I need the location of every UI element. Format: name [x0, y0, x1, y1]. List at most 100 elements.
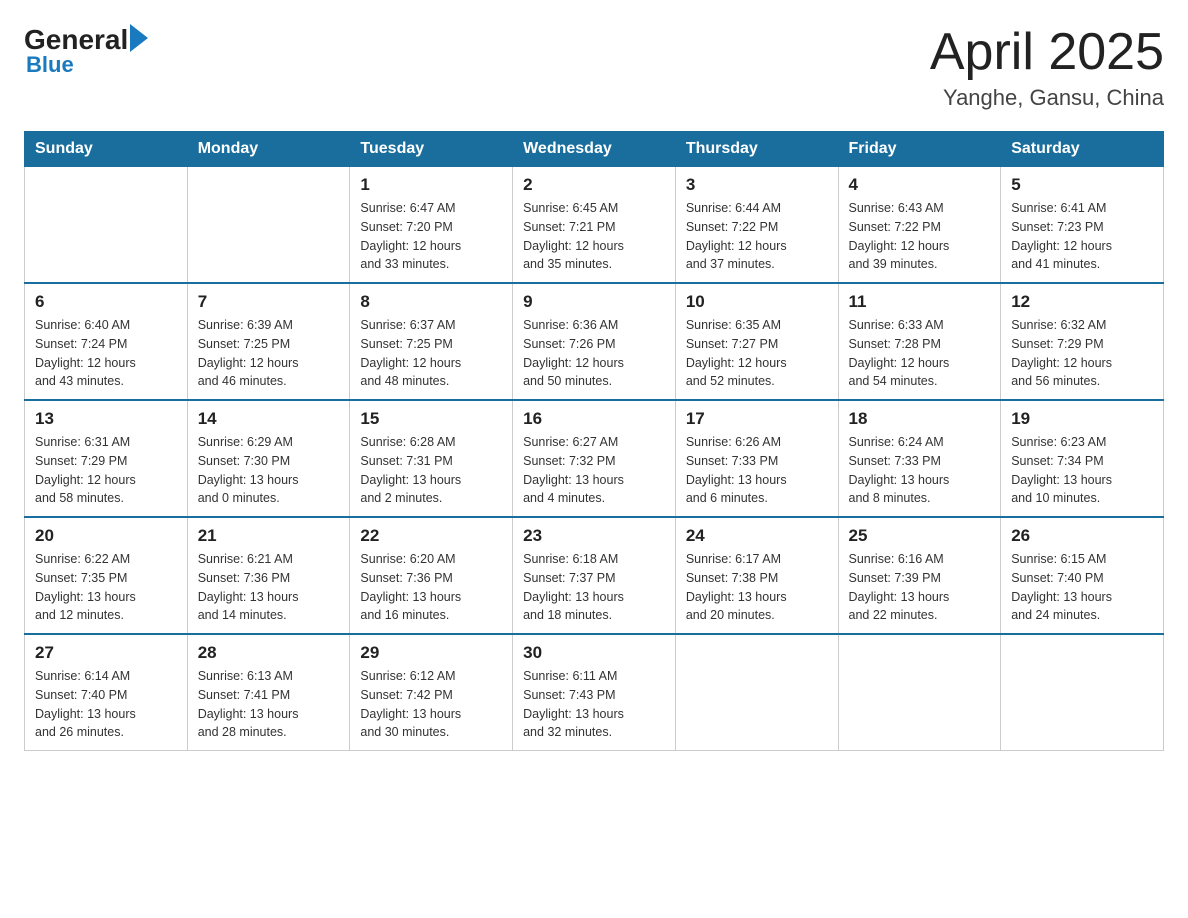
calendar-cell: 24 Sunrise: 6:17 AM Sunset: 7:38 PM Dayli…: [675, 517, 838, 634]
day-number: 17: [686, 409, 828, 429]
calendar-table: SundayMondayTuesdayWednesdayThursdayFrid…: [24, 131, 1164, 751]
weekday-header-row: SundayMondayTuesdayWednesdayThursdayFrid…: [25, 132, 1164, 167]
day-info: Sunrise: 6:17 AM Sunset: 7:38 PM Dayligh…: [686, 550, 828, 625]
calendar-cell: [25, 167, 188, 284]
weekday-header-tuesday: Tuesday: [350, 132, 513, 167]
day-number: 14: [198, 409, 340, 429]
day-number: 6: [35, 292, 177, 312]
day-number: 10: [686, 292, 828, 312]
calendar-cell: 16 Sunrise: 6:27 AM Sunset: 7:32 PM Dayli…: [513, 400, 676, 517]
day-info: Sunrise: 6:33 AM Sunset: 7:28 PM Dayligh…: [849, 316, 991, 391]
calendar-cell: 9 Sunrise: 6:36 AM Sunset: 7:26 PM Daylig…: [513, 283, 676, 400]
day-info: Sunrise: 6:12 AM Sunset: 7:42 PM Dayligh…: [360, 667, 502, 742]
calendar-cell: 29 Sunrise: 6:12 AM Sunset: 7:42 PM Dayli…: [350, 634, 513, 751]
calendar-cell: [187, 167, 350, 284]
day-number: 21: [198, 526, 340, 546]
day-number: 8: [360, 292, 502, 312]
day-info: Sunrise: 6:29 AM Sunset: 7:30 PM Dayligh…: [198, 433, 340, 508]
day-info: Sunrise: 6:44 AM Sunset: 7:22 PM Dayligh…: [686, 199, 828, 274]
calendar-cell: [838, 634, 1001, 751]
day-number: 28: [198, 643, 340, 663]
day-number: 27: [35, 643, 177, 663]
calendar-cell: 18Sunrise: 6:24 AM Sunset: 7:33 PM Dayli…: [838, 400, 1001, 517]
calendar-cell: 5 Sunrise: 6:41 AM Sunset: 7:23 PM Daylig…: [1001, 167, 1164, 284]
calendar-week-row: 1Sunrise: 6:47 AM Sunset: 7:20 PM Daylig…: [25, 167, 1164, 284]
weekday-header-friday: Friday: [838, 132, 1001, 167]
logo-arrow-icon: [130, 24, 148, 52]
day-info: Sunrise: 6:11 AM Sunset: 7:43 PM Dayligh…: [523, 667, 665, 742]
calendar-cell: 2Sunrise: 6:45 AM Sunset: 7:21 PM Daylig…: [513, 167, 676, 284]
calendar-cell: 20Sunrise: 6:22 AM Sunset: 7:35 PM Dayli…: [25, 517, 188, 634]
day-info: Sunrise: 6:40 AM Sunset: 7:24 PM Dayligh…: [35, 316, 177, 391]
calendar-subtitle: Yanghe, Gansu, China: [930, 85, 1164, 111]
day-number: 25: [849, 526, 991, 546]
day-number: 26: [1011, 526, 1153, 546]
day-info: Sunrise: 6:45 AM Sunset: 7:21 PM Dayligh…: [523, 199, 665, 274]
day-info: Sunrise: 6:13 AM Sunset: 7:41 PM Dayligh…: [198, 667, 340, 742]
day-info: Sunrise: 6:39 AM Sunset: 7:25 PM Dayligh…: [198, 316, 340, 391]
weekday-header-wednesday: Wednesday: [513, 132, 676, 167]
day-info: Sunrise: 6:28 AM Sunset: 7:31 PM Dayligh…: [360, 433, 502, 508]
day-info: Sunrise: 6:20 AM Sunset: 7:36 PM Dayligh…: [360, 550, 502, 625]
calendar-cell: 22 Sunrise: 6:20 AM Sunset: 7:36 PM Dayli…: [350, 517, 513, 634]
calendar-cell: 17Sunrise: 6:26 AM Sunset: 7:33 PM Dayli…: [675, 400, 838, 517]
calendar-cell: 1Sunrise: 6:47 AM Sunset: 7:20 PM Daylig…: [350, 167, 513, 284]
day-number: 5: [1011, 175, 1153, 195]
weekday-header-saturday: Saturday: [1001, 132, 1164, 167]
calendar-cell: 12 Sunrise: 6:32 AM Sunset: 7:29 PM Dayli…: [1001, 283, 1164, 400]
day-info: Sunrise: 6:35 AM Sunset: 7:27 PM Dayligh…: [686, 316, 828, 391]
day-number: 7: [198, 292, 340, 312]
day-number: 23: [523, 526, 665, 546]
day-info: Sunrise: 6:47 AM Sunset: 7:20 PM Dayligh…: [360, 199, 502, 274]
day-info: Sunrise: 6:43 AM Sunset: 7:22 PM Dayligh…: [849, 199, 991, 274]
calendar-cell: 21Sunrise: 6:21 AM Sunset: 7:36 PM Dayli…: [187, 517, 350, 634]
day-info: Sunrise: 6:22 AM Sunset: 7:35 PM Dayligh…: [35, 550, 177, 625]
day-number: 29: [360, 643, 502, 663]
page-header: General Blue April 2025 Yanghe, Gansu, C…: [24, 24, 1164, 111]
calendar-cell: 8 Sunrise: 6:37 AM Sunset: 7:25 PM Daylig…: [350, 283, 513, 400]
calendar-cell: 3 Sunrise: 6:44 AM Sunset: 7:22 PM Daylig…: [675, 167, 838, 284]
calendar-cell: 28 Sunrise: 6:13 AM Sunset: 7:41 PM Dayli…: [187, 634, 350, 751]
day-number: 16: [523, 409, 665, 429]
weekday-header-sunday: Sunday: [25, 132, 188, 167]
calendar-cell: [1001, 634, 1164, 751]
calendar-cell: 15 Sunrise: 6:28 AM Sunset: 7:31 PM Dayli…: [350, 400, 513, 517]
weekday-header-thursday: Thursday: [675, 132, 838, 167]
day-number: 22: [360, 526, 502, 546]
calendar-cell: 6 Sunrise: 6:40 AM Sunset: 7:24 PM Daylig…: [25, 283, 188, 400]
calendar-week-row: 6 Sunrise: 6:40 AM Sunset: 7:24 PM Daylig…: [25, 283, 1164, 400]
day-info: Sunrise: 6:23 AM Sunset: 7:34 PM Dayligh…: [1011, 433, 1153, 508]
logo-blue: Blue: [26, 52, 74, 78]
calendar-week-row: 13 Sunrise: 6:31 AM Sunset: 7:29 PM Dayli…: [25, 400, 1164, 517]
day-info: Sunrise: 6:31 AM Sunset: 7:29 PM Dayligh…: [35, 433, 177, 508]
calendar-cell: 23 Sunrise: 6:18 AM Sunset: 7:37 PM Dayli…: [513, 517, 676, 634]
calendar-cell: 25 Sunrise: 6:16 AM Sunset: 7:39 PM Dayli…: [838, 517, 1001, 634]
day-number: 11: [849, 292, 991, 312]
day-number: 3: [686, 175, 828, 195]
day-info: Sunrise: 6:41 AM Sunset: 7:23 PM Dayligh…: [1011, 199, 1153, 274]
day-info: Sunrise: 6:15 AM Sunset: 7:40 PM Dayligh…: [1011, 550, 1153, 625]
day-number: 18: [849, 409, 991, 429]
day-info: Sunrise: 6:18 AM Sunset: 7:37 PM Dayligh…: [523, 550, 665, 625]
logo: General Blue: [24, 24, 148, 78]
day-number: 12: [1011, 292, 1153, 312]
day-info: Sunrise: 6:27 AM Sunset: 7:32 PM Dayligh…: [523, 433, 665, 508]
day-number: 15: [360, 409, 502, 429]
day-number: 13: [35, 409, 177, 429]
calendar-cell: [675, 634, 838, 751]
calendar-cell: 11 Sunrise: 6:33 AM Sunset: 7:28 PM Dayli…: [838, 283, 1001, 400]
day-number: 9: [523, 292, 665, 312]
calendar-cell: 30 Sunrise: 6:11 AM Sunset: 7:43 PM Dayli…: [513, 634, 676, 751]
calendar-week-row: 27Sunrise: 6:14 AM Sunset: 7:40 PM Dayli…: [25, 634, 1164, 751]
calendar-week-row: 20Sunrise: 6:22 AM Sunset: 7:35 PM Dayli…: [25, 517, 1164, 634]
day-info: Sunrise: 6:36 AM Sunset: 7:26 PM Dayligh…: [523, 316, 665, 391]
calendar-cell: 26 Sunrise: 6:15 AM Sunset: 7:40 PM Dayli…: [1001, 517, 1164, 634]
calendar-cell: 7 Sunrise: 6:39 AM Sunset: 7:25 PM Daylig…: [187, 283, 350, 400]
day-info: Sunrise: 6:32 AM Sunset: 7:29 PM Dayligh…: [1011, 316, 1153, 391]
day-info: Sunrise: 6:37 AM Sunset: 7:25 PM Dayligh…: [360, 316, 502, 391]
day-number: 24: [686, 526, 828, 546]
day-number: 30: [523, 643, 665, 663]
calendar-cell: 4Sunrise: 6:43 AM Sunset: 7:22 PM Daylig…: [838, 167, 1001, 284]
calendar-cell: 14 Sunrise: 6:29 AM Sunset: 7:30 PM Dayli…: [187, 400, 350, 517]
day-info: Sunrise: 6:16 AM Sunset: 7:39 PM Dayligh…: [849, 550, 991, 625]
